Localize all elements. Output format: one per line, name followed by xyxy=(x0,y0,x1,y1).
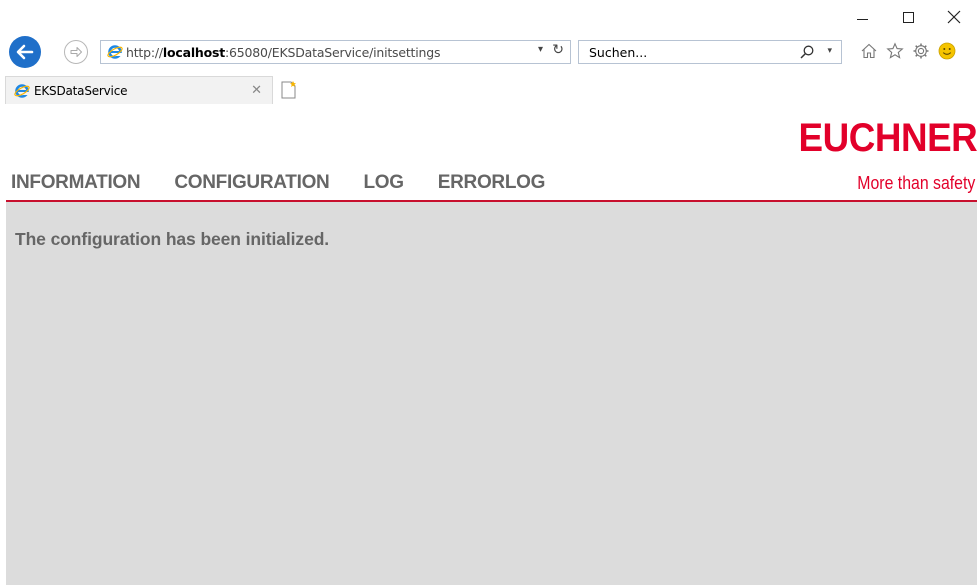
address-url[interactable]: http://localhost:65080/EKSDataService/in… xyxy=(126,44,441,60)
back-arrow-icon xyxy=(16,44,34,60)
close-window-button[interactable] xyxy=(931,0,977,34)
tab-close-icon[interactable]: ✕ xyxy=(251,83,262,98)
window-controls xyxy=(839,0,977,34)
search-box[interactable]: Suchen... ▾ xyxy=(578,40,842,64)
search-icon[interactable] xyxy=(799,44,815,60)
url-path: :65080/EKSDataService/initsettings xyxy=(225,44,441,60)
settings-button[interactable] xyxy=(911,41,931,61)
ie-logo-icon xyxy=(107,45,123,59)
address-bar[interactable]: http://localhost:65080/EKSDataService/in… xyxy=(100,40,571,64)
forward-arrow-icon xyxy=(70,47,82,57)
home-button[interactable] xyxy=(859,41,879,61)
tab-bar: EKSDataService ✕ xyxy=(0,74,977,104)
logo-wordmark: EUCHNER xyxy=(798,116,977,160)
address-dropdown-icon[interactable]: ▾ xyxy=(538,44,543,55)
gear-icon xyxy=(913,43,929,59)
web-page: EUCHNER More than safety INFORMATION CON… xyxy=(0,104,977,585)
url-scheme: http:// xyxy=(126,44,163,60)
logo-tagline: More than safety xyxy=(857,173,975,193)
new-tab-button[interactable] xyxy=(276,78,302,102)
minimize-icon xyxy=(856,18,868,20)
navigation-bar: http://localhost:65080/EKSDataService/in… xyxy=(0,36,977,68)
tab-title: EKSDataService xyxy=(34,83,128,98)
minimize-button[interactable] xyxy=(839,0,885,34)
maximize-icon xyxy=(902,11,914,23)
status-message: The configuration has been initialized. xyxy=(15,229,330,249)
menu-item-configuration[interactable]: CONFIGURATION xyxy=(174,172,329,194)
url-host: localhost xyxy=(162,44,226,60)
smiley-icon xyxy=(938,42,956,60)
search-dropdown-icon[interactable]: ▾ xyxy=(827,46,832,56)
tab-eksdataservice[interactable]: EKSDataService ✕ xyxy=(5,76,273,104)
menu-item-log[interactable]: LOG xyxy=(363,172,404,194)
menu-item-errorlog[interactable]: ERRORLOG xyxy=(438,172,546,194)
menu-item-information[interactable]: INFORMATION xyxy=(11,172,141,194)
new-tab-icon xyxy=(281,81,296,99)
favorites-button[interactable] xyxy=(885,41,905,61)
content-panel: The configuration has been initialized. xyxy=(6,202,977,585)
home-icon xyxy=(861,43,877,59)
refresh-icon[interactable]: ↻ xyxy=(552,42,564,58)
feedback-button[interactable] xyxy=(937,41,957,61)
star-icon xyxy=(886,42,904,59)
search-placeholder[interactable]: Suchen... xyxy=(589,45,647,60)
euchner-logo[interactable]: EUCHNER More than safety xyxy=(783,118,977,194)
maximize-button[interactable] xyxy=(885,0,931,34)
main-menu: INFORMATION CONFIGURATION LOG ERRORLOG xyxy=(11,172,579,194)
close-icon xyxy=(947,10,961,24)
back-button[interactable] xyxy=(9,36,41,68)
toolbar-icons xyxy=(859,41,957,61)
forward-button[interactable] xyxy=(64,40,88,64)
ie-logo-icon xyxy=(14,83,30,98)
